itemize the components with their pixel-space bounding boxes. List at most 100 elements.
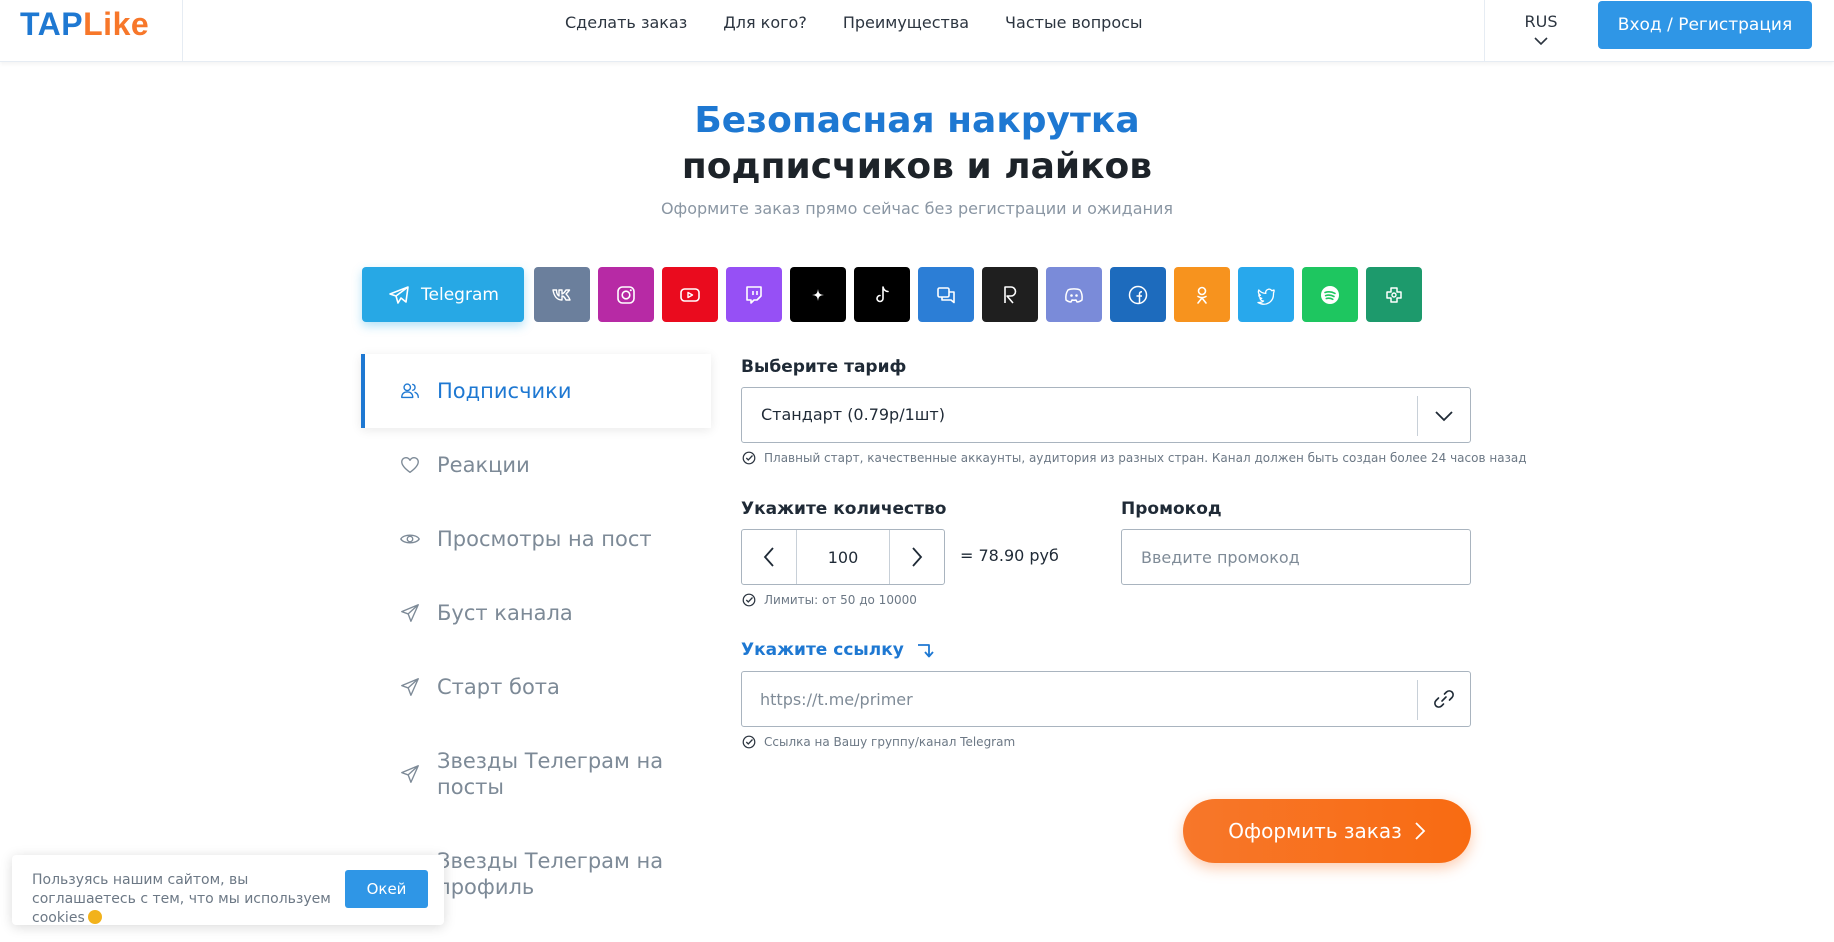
heart-icon bbox=[401, 456, 419, 474]
price-total: = 78.90 руб bbox=[960, 546, 1059, 565]
platform-threads-button[interactable] bbox=[1366, 267, 1422, 322]
cookie-text-wrap: Пользуясь нашим сайтом, вы соглашаетесь … bbox=[32, 871, 352, 928]
nav-for-whom[interactable]: Для кого? bbox=[723, 13, 807, 32]
promo-input[interactable] bbox=[1121, 529, 1471, 585]
youtube-icon bbox=[680, 287, 700, 302]
link-input[interactable] bbox=[742, 672, 1418, 726]
link-hint: Ссылка на Вашу группу/канал Telegram bbox=[742, 735, 1015, 749]
quantity-decrease-button[interactable] bbox=[742, 530, 796, 584]
menu-item-stars-posts[interactable]: Звезды Телеграм на посты bbox=[361, 724, 711, 824]
platform-telegram-button[interactable]: Telegram bbox=[362, 267, 524, 322]
platform-discord-button[interactable] bbox=[1046, 267, 1102, 322]
nav-faq[interactable]: Частые вопросы bbox=[1005, 13, 1143, 32]
menu-item-subscribers[interactable]: Подписчики bbox=[361, 354, 711, 428]
arrow-turn-down-icon bbox=[917, 644, 934, 658]
place-order-button[interactable]: Оформить заказ bbox=[1183, 799, 1471, 863]
platform-facebook-button[interactable] bbox=[1110, 267, 1166, 322]
menu-item-label: Буст канала bbox=[437, 601, 573, 625]
cookie-ok-button[interactable]: Окей bbox=[345, 870, 428, 908]
platform-twitter-button[interactable] bbox=[1238, 267, 1294, 322]
logo[interactable]: TAPLike bbox=[20, 6, 149, 43]
platform-chat-button[interactable] bbox=[918, 267, 974, 322]
platform-sparkle-button[interactable] bbox=[790, 267, 846, 322]
vk-icon bbox=[552, 288, 571, 301]
send-icon bbox=[401, 765, 419, 783]
quantity-value[interactable]: 100 bbox=[796, 530, 890, 584]
platform-selector: Telegram bbox=[362, 267, 1422, 322]
tariff-hint-text: Плавный старт, качественные аккаунты, ау… bbox=[764, 451, 1527, 465]
rutube-icon bbox=[1004, 285, 1017, 304]
facebook-icon bbox=[1128, 285, 1148, 304]
cookie-emoji-icon bbox=[87, 910, 102, 924]
users-icon bbox=[401, 383, 419, 399]
menu-item-bot-start[interactable]: Старт бота bbox=[361, 650, 711, 724]
platform-odnoklassniki-button[interactable] bbox=[1174, 267, 1230, 322]
discord-icon bbox=[1065, 287, 1083, 303]
tariff-label: Выберите тариф bbox=[741, 357, 907, 377]
instagram-icon bbox=[617, 285, 635, 304]
nav-advantages[interactable]: Преимущества bbox=[843, 13, 969, 32]
page-title-line1: Безопасная накрутка bbox=[694, 100, 1140, 141]
page-subtitle: Оформите заказ прямо сейчас без регистра… bbox=[660, 199, 1174, 218]
twitter-icon bbox=[1257, 288, 1275, 305]
menu-item-views[interactable]: Просмотры на пост bbox=[361, 502, 711, 576]
sparkle-icon bbox=[812, 288, 824, 301]
chevron-down-icon bbox=[1534, 37, 1548, 46]
language-selector[interactable]: RUS bbox=[1522, 12, 1560, 47]
quantity-label: Укажите количество bbox=[741, 499, 947, 519]
platform-spotify-button[interactable] bbox=[1302, 267, 1358, 322]
send-icon bbox=[401, 678, 419, 696]
menu-item-channel-boost[interactable]: Буст канала bbox=[361, 576, 711, 650]
place-order-label: Оформить заказ bbox=[1228, 819, 1402, 843]
link-icon bbox=[1434, 690, 1454, 708]
menu-item-label: Звезды Телеграм на профиль bbox=[437, 849, 664, 899]
platform-youtube-button[interactable] bbox=[662, 267, 718, 322]
quantity-hint-text: Лимиты: от 50 до 10000 bbox=[764, 593, 917, 607]
quantity-increase-button[interactable] bbox=[890, 530, 944, 584]
login-register-button[interactable]: Вход / Регистрация bbox=[1598, 1, 1812, 49]
tariff-hint: Плавный старт, качественные аккаунты, ау… bbox=[742, 451, 1527, 465]
platform-tiktok-button[interactable] bbox=[854, 267, 910, 322]
chevron-left-icon bbox=[763, 547, 774, 567]
nav-make-order[interactable]: Сделать заказ bbox=[565, 13, 687, 32]
twitch-icon bbox=[746, 285, 762, 304]
tariff-selected-value: Стандарт (0.79р/1шт) bbox=[761, 405, 945, 424]
check-circle-icon bbox=[742, 735, 756, 749]
chevron-right-icon bbox=[912, 547, 923, 567]
platform-instagram-button[interactable] bbox=[598, 267, 654, 322]
menu-item-label: Просмотры на пост bbox=[437, 527, 652, 551]
platform-rutube-button[interactable] bbox=[982, 267, 1038, 322]
threads-icon bbox=[1386, 286, 1402, 303]
main-nav: Сделать заказ Для кого? Преимущества Час… bbox=[565, 13, 1143, 32]
quantity-stepper: 100 bbox=[741, 529, 945, 585]
odnoklassniki-icon bbox=[1197, 286, 1207, 304]
platform-telegram-label: Telegram bbox=[421, 284, 499, 305]
check-circle-icon bbox=[742, 451, 756, 465]
site-header: TAPLike Сделать заказ Для кого? Преимуще… bbox=[0, 0, 1834, 62]
menu-item-reactions[interactable]: Реакции bbox=[361, 428, 711, 502]
chat-icon bbox=[937, 286, 955, 303]
menu-item-label: Звезды Телеграм на посты bbox=[437, 749, 664, 799]
platform-vk-button[interactable] bbox=[534, 267, 590, 322]
chevron-right-icon bbox=[1415, 822, 1426, 840]
link-label: Укажите ссылку bbox=[741, 640, 936, 660]
cookie-banner: Пользуясь нашим сайтом, вы соглашаетесь … bbox=[12, 855, 444, 928]
tiktok-icon bbox=[876, 285, 889, 302]
menu-item-label: Старт бота bbox=[437, 675, 560, 699]
menu-item-label: Реакции bbox=[437, 453, 530, 477]
page-title-line2: подписчиков и лайков bbox=[681, 146, 1153, 187]
select-divider bbox=[1417, 396, 1418, 436]
platform-twitch-button[interactable] bbox=[726, 267, 782, 322]
header-divider bbox=[1484, 0, 1485, 62]
tariff-select[interactable]: Стандарт (0.79р/1шт) bbox=[741, 387, 1471, 443]
menu-item-label: Подписчики bbox=[437, 379, 572, 403]
eye-icon bbox=[400, 534, 420, 544]
chevron-down-icon bbox=[1435, 411, 1453, 422]
cookie-text: Пользуясь нашим сайтом, вы соглашаетесь … bbox=[32, 872, 331, 926]
link-field bbox=[741, 671, 1471, 727]
header-divider bbox=[182, 0, 183, 62]
quantity-hint: Лимиты: от 50 до 10000 bbox=[742, 593, 917, 607]
link-hint-text: Ссылка на Вашу группу/канал Telegram bbox=[764, 735, 1016, 749]
logo-tap: TAP bbox=[20, 6, 84, 42]
check-circle-icon bbox=[742, 593, 756, 607]
